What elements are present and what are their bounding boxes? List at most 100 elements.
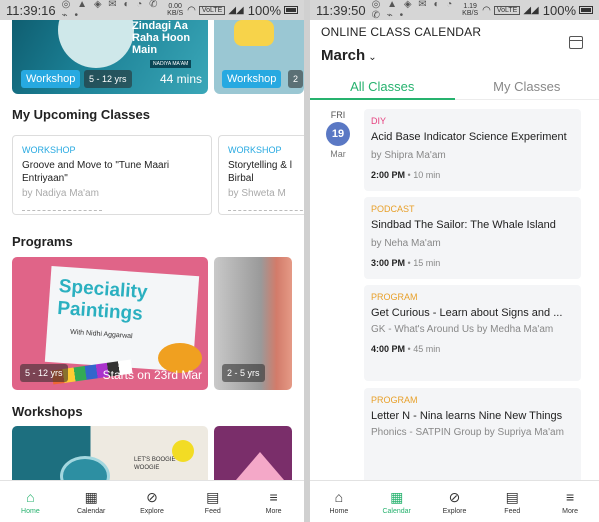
chevron-down-icon: ⌄ bbox=[368, 52, 377, 63]
workshop-card[interactable]: LET'S BOOGIE WOOGIE bbox=[12, 426, 208, 480]
class-host: by Shipra Ma'am bbox=[371, 150, 446, 161]
class-name: Storytelling & l Birbal bbox=[228, 160, 292, 184]
bottom-nav: ⌂ Home ▦ Calendar ⊘ Explore ▤ Feed ≡ More bbox=[310, 480, 599, 522]
nav-more[interactable]: ≡ More bbox=[243, 481, 304, 522]
duration-label: 44 mins bbox=[160, 72, 203, 86]
yellow-logo bbox=[172, 440, 194, 462]
calendar-icon: ▦ bbox=[390, 489, 404, 505]
tab-my-classes[interactable]: My Classes bbox=[455, 74, 599, 99]
class-kind: PODCAST bbox=[371, 204, 415, 214]
class-name: Groove and Move to "Tune Maari Entriyaan… bbox=[22, 160, 170, 184]
card-illustration bbox=[234, 20, 274, 46]
month-abbrev: Mar bbox=[330, 149, 346, 159]
status-bar: 11:39:16 ◎ ▲ ◈ ✉ ◐ ◔ ✆ ⌁ • 0.00 KB/S ◠ Vo… bbox=[0, 0, 304, 21]
nav-home[interactable]: ⌂ Home bbox=[310, 481, 368, 522]
month-selector[interactable]: March ⌄ bbox=[321, 47, 377, 64]
age-badge: 2 - 5 yrs bbox=[222, 364, 265, 382]
class-host: by Shweta M bbox=[228, 188, 286, 199]
menu-icon: ≡ bbox=[566, 489, 575, 505]
clipped-row bbox=[228, 210, 304, 214]
class-title: Get Curious - Learn about Signs and ... bbox=[371, 307, 563, 319]
feed-icon: ▤ bbox=[505, 489, 519, 505]
class-event-card[interactable]: PROGRAM Get Curious - Learn about Signs … bbox=[364, 285, 581, 381]
nav-explore[interactable]: ⊘ Explore bbox=[426, 481, 484, 522]
class-time: 3:00 PM • 15 min bbox=[371, 258, 441, 268]
upcoming-class-card[interactable]: WORKSHOP Storytelling & l Birbal by Shwe… bbox=[218, 135, 304, 215]
signal-icon: ◢◢ bbox=[228, 4, 244, 16]
notification-icons: ◎ ▲ ◈ ✉ ◐ ◔ ✆ ⌁ • bbox=[371, 0, 455, 21]
workshop-title: Zindagi Aa Raha Hoon Main bbox=[132, 20, 191, 56]
start-date: Starts on 23rd Mar bbox=[102, 368, 202, 382]
nav-explore[interactable]: ⊘ Explore bbox=[122, 481, 183, 522]
compass-icon: ⊘ bbox=[448, 489, 461, 505]
program-title: Speciality Paintings bbox=[56, 275, 149, 325]
nav-feed[interactable]: ▤ Feed bbox=[483, 481, 541, 522]
feed-icon: ▤ bbox=[206, 489, 220, 505]
class-kind: WORKSHOP bbox=[228, 145, 282, 155]
workshop-card[interactable] bbox=[214, 426, 292, 480]
network-speed: 0.00 KB/S bbox=[167, 3, 184, 17]
battery-percent: 100% bbox=[542, 2, 576, 18]
age-badge: 5 - 12 yrs bbox=[20, 364, 68, 382]
wifi-icon: ◠ bbox=[187, 4, 196, 16]
battery-percent: 100% bbox=[247, 2, 281, 18]
class-time: 2:00 PM • 10 min bbox=[371, 170, 441, 180]
class-host: by Neha Ma'am bbox=[371, 238, 441, 249]
class-title: Letter N - Nina learns Nine New Things bbox=[371, 410, 563, 422]
class-kind: DIY bbox=[371, 116, 387, 126]
nav-home[interactable]: ⌂ Home bbox=[0, 481, 61, 522]
class-event-card[interactable]: DIY Acid Base Indicator Science Experime… bbox=[364, 109, 581, 191]
calendar-icon[interactable] bbox=[569, 36, 583, 49]
menu-icon: ≡ bbox=[269, 489, 278, 505]
class-time: 4:00 PM • 45 min bbox=[371, 344, 441, 354]
class-event-card[interactable]: PROGRAM Letter N - Nina learns Nine New … bbox=[364, 388, 581, 480]
signal-icon: ◢◢ bbox=[523, 4, 539, 16]
class-list: FRI 19 Mar DIY Acid Base Indicator Scien… bbox=[310, 100, 599, 480]
bottom-nav: ⌂ Home ▦ Calendar ⊘ Explore ▤ Feed ≡ More bbox=[0, 480, 304, 522]
workshop-tag: Workshop bbox=[222, 70, 282, 88]
wifi-icon: ◠ bbox=[482, 4, 491, 16]
battery-icon bbox=[579, 6, 593, 14]
nav-feed[interactable]: ▤ Feed bbox=[182, 481, 243, 522]
class-kind: WORKSHOP bbox=[22, 145, 76, 155]
tab-all-classes[interactable]: All Classes bbox=[310, 74, 455, 100]
nav-calendar[interactable]: ▦ Calendar bbox=[61, 481, 122, 522]
nav-calendar[interactable]: ▦ Calendar bbox=[368, 481, 426, 522]
class-tabs: All Classes My Classes bbox=[310, 74, 599, 100]
program-card[interactable]: Speciality Paintings With Nidhi Aggarwal … bbox=[12, 257, 208, 390]
section-title-upcoming: My Upcoming Classes bbox=[12, 107, 150, 122]
nav-more[interactable]: ≡ More bbox=[541, 481, 599, 522]
day-number: 19 bbox=[326, 122, 350, 146]
home-icon: ⌂ bbox=[26, 489, 35, 505]
date-marker: FRI 19 Mar bbox=[326, 110, 350, 159]
origami-illustration bbox=[236, 452, 284, 480]
upcoming-class-card[interactable]: WORKSHOP Groove and Move to "Tune Maari … bbox=[12, 135, 212, 215]
page-title: ONLINE CLASS CALENDAR bbox=[321, 25, 482, 39]
class-kind: PROGRAM bbox=[371, 395, 418, 405]
section-title-programs: Programs bbox=[12, 234, 73, 249]
clock: 11:39:16 bbox=[6, 2, 56, 18]
age-badge: 5 - 12 yrs bbox=[84, 70, 132, 88]
section-title-workshops: Workshops bbox=[12, 404, 83, 419]
notification-icons: ◎ ▲ ◈ ✉ ◐ ◔ ✆ ⌁ • bbox=[61, 0, 160, 21]
class-title: Sindbad The Sailor: The Whale Island bbox=[371, 219, 556, 231]
calendar-icon: ▦ bbox=[84, 489, 98, 505]
class-title: Acid Base Indicator Science Experiment bbox=[371, 131, 567, 143]
calendar-screen: 11:39:50 ◎ ▲ ◈ ✉ ◐ ◔ ✆ ⌁ • 1.19 KB/S ◠ Vo… bbox=[310, 0, 599, 522]
program-card[interactable]: 2 - 5 yrs bbox=[214, 257, 292, 390]
workshop-banner-text: LET'S BOOGIE WOOGIE bbox=[134, 457, 176, 471]
volte-badge: VoLTE bbox=[493, 5, 521, 15]
class-host: by Nadiya Ma'am bbox=[22, 188, 99, 199]
age-badge: 2 bbox=[288, 70, 304, 88]
battery-icon bbox=[284, 6, 298, 14]
clipped-row bbox=[22, 210, 102, 214]
clock: 11:39:50 bbox=[316, 2, 366, 18]
class-kind: PROGRAM bbox=[371, 292, 418, 302]
class-host: GK - What's Around Us by Medha Ma'am bbox=[371, 324, 554, 335]
compass-icon: ⊘ bbox=[146, 489, 158, 505]
class-host: Phonics - SATPIN Group by Supriya Ma'am bbox=[371, 427, 564, 438]
home-icon: ⌂ bbox=[334, 489, 344, 505]
host-photo bbox=[60, 456, 110, 480]
day-of-week: FRI bbox=[330, 110, 346, 120]
class-event-card[interactable]: PODCAST Sindbad The Sailor: The Whale Is… bbox=[364, 197, 581, 279]
